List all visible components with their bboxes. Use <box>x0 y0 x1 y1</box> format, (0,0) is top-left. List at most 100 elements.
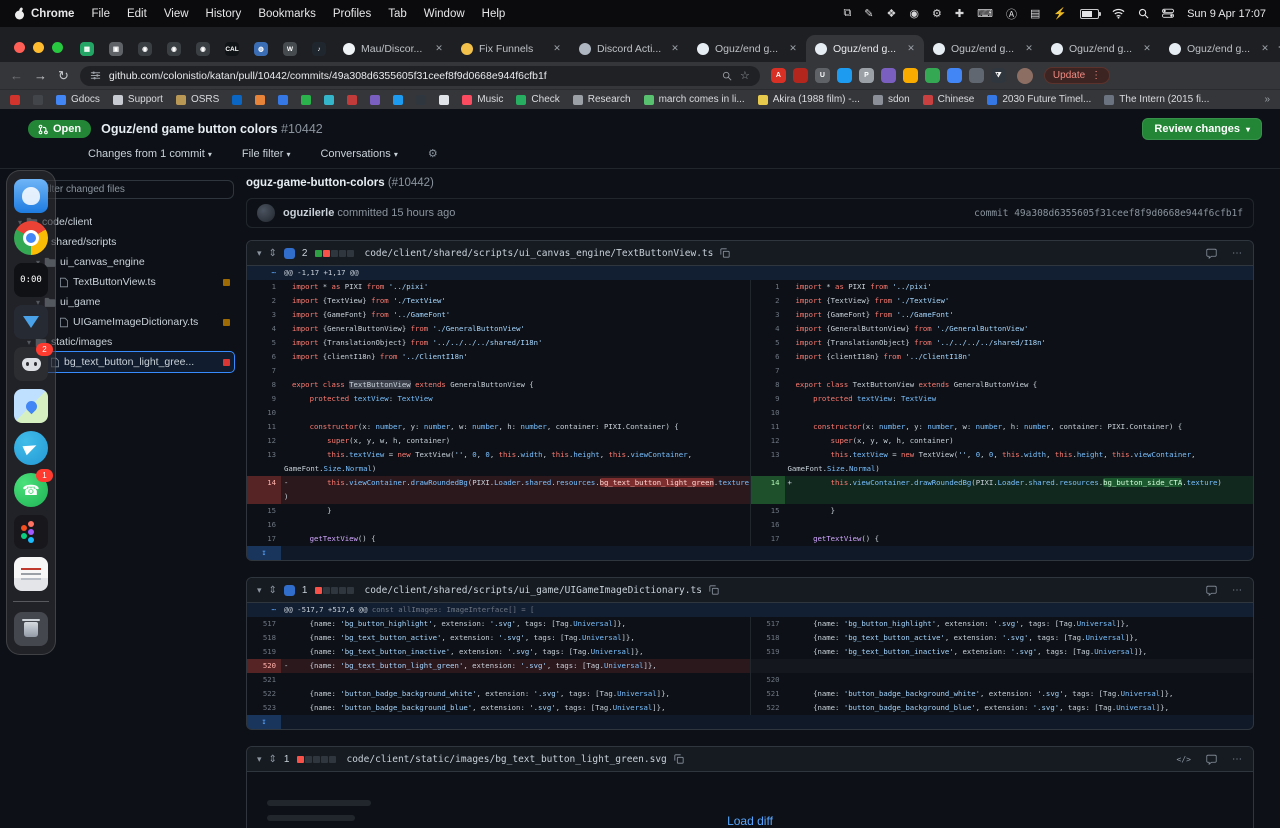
menu-tab[interactable]: Tab <box>388 8 407 20</box>
tab-close-icon[interactable]: ✕ <box>432 43 446 54</box>
menubar-clock[interactable]: Sun 9 Apr 17:07 <box>1187 8 1266 20</box>
menu-view[interactable]: View <box>164 8 189 20</box>
pinned-tab-wordpress[interactable]: W <box>276 36 304 62</box>
collapse-chevron-icon[interactable]: ▾ <box>257 585 262 596</box>
expand-down-icon[interactable]: ↧ <box>247 546 281 560</box>
line-number[interactable]: 518 <box>247 631 281 645</box>
line-number[interactable]: 12 <box>247 434 281 448</box>
line-number[interactable]: 11 <box>751 420 785 434</box>
code-line[interactable]: {name: 'bg_text_button_inactive', extens… <box>281 645 750 659</box>
browser-tab[interactable]: Mau/Discor... ✕ <box>334 35 452 62</box>
line-number[interactable]: 517 <box>247 617 281 631</box>
line-number[interactable]: 3 <box>247 308 281 322</box>
apple-menu-icon[interactable] <box>14 7 25 20</box>
code-line[interactable]: {name: 'button_badge_background_white', … <box>281 687 750 701</box>
comment-icon[interactable] <box>1206 585 1217 596</box>
file-path[interactable]: code/client/shared/scripts/ui_game/UIGam… <box>364 585 701 596</box>
code-view-icon[interactable]: </> <box>1177 755 1191 764</box>
conversations-dropdown[interactable]: Conversations ▾ <box>320 148 397 160</box>
line-number[interactable]: 16 <box>751 518 785 532</box>
pinned-tab-dark-app-2[interactable]: ◉ <box>160 36 188 62</box>
line-number[interactable]: 5 <box>247 336 281 350</box>
profile-avatar[interactable] <box>1016 67 1033 84</box>
menu-window[interactable]: Window <box>424 8 465 20</box>
close-window-button[interactable] <box>14 42 25 53</box>
bookmark-item[interactable]: Check <box>516 94 560 105</box>
bookmark-star-icon[interactable]: ☆ <box>740 69 750 82</box>
code-line[interactable]: import {clientI18n} from '../ClientI18n' <box>281 350 750 364</box>
line-number[interactable]: 520 <box>751 673 785 687</box>
line-number[interactable]: 6 <box>247 350 281 364</box>
commit-message-text[interactable]: oguz-game-button-colors <box>246 177 385 189</box>
line-number[interactable]: 6 <box>751 350 785 364</box>
menu-history[interactable]: History <box>206 8 242 20</box>
line-number[interactable]: 519 <box>751 645 785 659</box>
line-number[interactable]: 1 <box>247 280 281 294</box>
code-line[interactable]: import {TranslationObject} from '../../.… <box>785 336 1254 350</box>
diff-settings-gear-icon[interactable]: ⚙ <box>428 147 438 160</box>
collapse-chevron-icon[interactable]: ▾ <box>257 754 262 765</box>
menu-profiles[interactable]: Profiles <box>333 8 371 20</box>
extension-icon[interactable] <box>968 68 984 83</box>
expand-hunk-icon[interactable]: ⋯ <box>247 603 281 617</box>
code-line[interactable]: import * as PIXI from '../pixi' <box>281 280 750 294</box>
line-number[interactable]: 9 <box>751 392 785 406</box>
line-number[interactable]: 521 <box>247 673 281 687</box>
line-number[interactable]: 3 <box>751 308 785 322</box>
chrome-icon[interactable] <box>14 221 48 255</box>
line-number[interactable]: 518 <box>751 631 785 645</box>
line-number[interactable]: 16 <box>247 518 281 532</box>
line-number[interactable]: 523 <box>247 701 281 715</box>
discord-icon[interactable]: 2 <box>14 343 53 381</box>
bookmark-item[interactable]: Music <box>462 94 503 105</box>
line-number[interactable]: 4 <box>751 322 785 336</box>
bookmark-item[interactable] <box>278 94 289 105</box>
browser-tab[interactable]: Oguz/end g... ✕ <box>1042 35 1160 62</box>
line-number[interactable]: 9 <box>247 392 281 406</box>
keyboard-status-icon[interactable]: ⌨ <box>977 7 993 20</box>
wifi-icon[interactable] <box>1112 8 1125 19</box>
bookmarks-overflow-chevron[interactable]: » <box>1264 94 1270 105</box>
line-number[interactable]: 13 <box>751 448 785 476</box>
expand-all-icon[interactable]: ⇕ <box>269 754 277 765</box>
code-line[interactable]: getTextView() { <box>281 532 750 546</box>
copy-path-icon[interactable] <box>720 248 730 258</box>
bookmark-item[interactable]: OSRS <box>175 94 219 105</box>
line-number[interactable]: 12 <box>751 434 785 448</box>
extension-icon[interactable]: U <box>814 68 830 83</box>
extension-icon[interactable] <box>946 68 962 83</box>
expand-all-icon[interactable]: ⇕ <box>269 585 277 596</box>
bookmark-item[interactable]: Akira (1988 film) -... <box>757 94 860 105</box>
menu-file[interactable]: File <box>91 8 110 20</box>
code-line[interactable]: import {GameFont} from '../GameFont' <box>785 308 1254 322</box>
address-bar[interactable]: github.com/colonistio/katan/pull/10442/c… <box>79 65 760 86</box>
bookmark-item[interactable]: march comes in li... <box>643 94 745 105</box>
line-number[interactable]: 520 <box>247 659 281 673</box>
extension-icon[interactable]: A <box>770 68 786 83</box>
expand-all-icon[interactable]: ⇕ <box>269 248 277 259</box>
input-source-icon[interactable]: Ⓐ <box>1006 6 1017 22</box>
settings-status-icon[interactable]: ⚙ <box>932 7 942 20</box>
browser-menu-kebab-icon[interactable]: ⋮ <box>1091 70 1101 81</box>
menu-chrome[interactable]: Chrome <box>31 8 74 20</box>
menu-help[interactable]: Help <box>482 8 506 20</box>
code-line[interactable]: protected textView: TextView <box>785 392 1254 406</box>
file-path[interactable]: code/client/static/images/bg_text_button… <box>346 754 666 765</box>
update-button[interactable]: Update ⋮ <box>1043 67 1111 84</box>
code-line[interactable]: - this.viewContainer.drawRoundedBg(PIXI.… <box>281 476 750 504</box>
line-number[interactable]: 1 <box>751 280 785 294</box>
code-line[interactable]: import * as PIXI from '../pixi' <box>785 280 1254 294</box>
line-number[interactable]: 8 <box>247 378 281 392</box>
figma-icon[interactable] <box>14 515 48 549</box>
line-number[interactable]: 14 <box>750 476 785 504</box>
pinned-tab-dark-app-4[interactable]: ♪ <box>305 36 333 62</box>
browser-tab[interactable]: Oguz/end g... ✕ <box>924 35 1042 62</box>
code-line[interactable]: + this.viewContainer.drawRoundedBg(PIXI.… <box>785 476 1254 504</box>
load-diff-link[interactable]: Load diff <box>247 814 1253 828</box>
record-status-icon[interactable]: ◉ <box>909 7 919 20</box>
line-number[interactable]: 2 <box>247 294 281 308</box>
trash-icon[interactable] <box>14 612 48 646</box>
code-line[interactable]: protected textView: TextView <box>281 392 750 406</box>
bookmark-item[interactable]: 2030 Future Timel... <box>987 94 1091 105</box>
browser-tab[interactable]: Oguz/end g... ✕ <box>806 35 924 62</box>
